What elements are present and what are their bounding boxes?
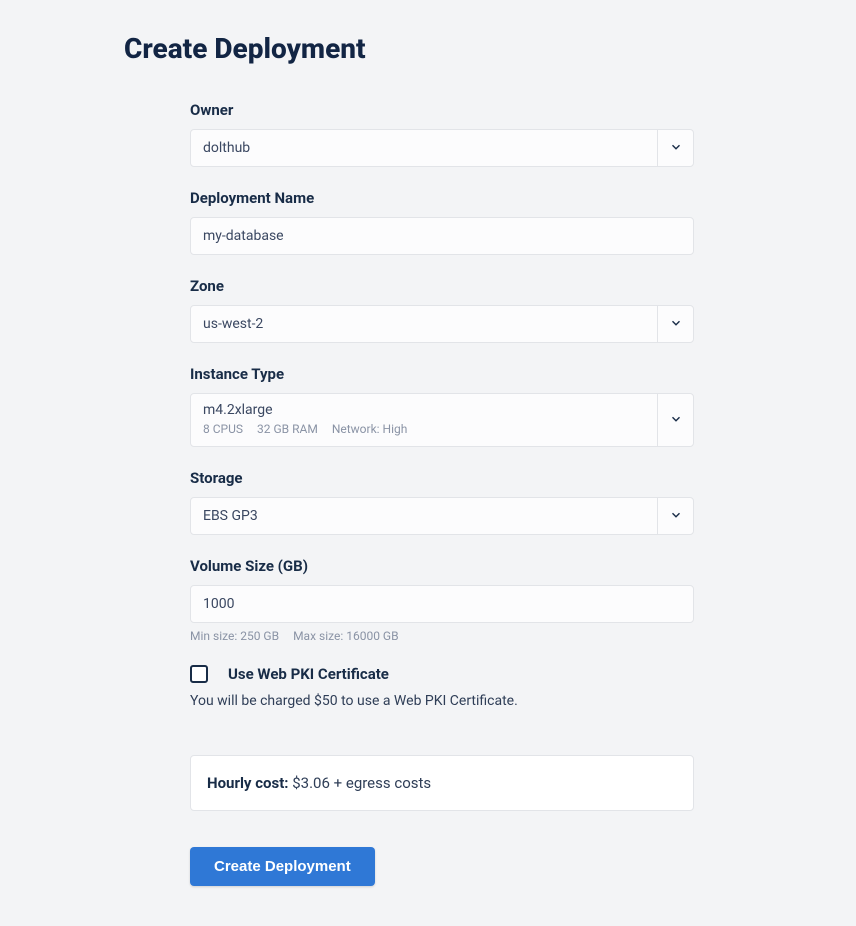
instance-type-body: m4.2xlarge 8 CPUS 32 GB RAM Network: Hig… xyxy=(191,394,657,446)
deployment-name-input-wrap xyxy=(190,217,694,255)
volume-size-hint: Min size: 250 GB Max size: 16000 GB xyxy=(190,629,694,643)
instance-type-value: m4.2xlarge xyxy=(203,402,645,418)
pki-row: Use Web PKI Certificate xyxy=(190,665,694,683)
zone-caret-box xyxy=(657,306,693,342)
storage-select[interactable]: EBS GP3 xyxy=(190,497,694,535)
instance-type-field: Instance Type m4.2xlarge 8 CPUS 32 GB RA… xyxy=(190,365,694,447)
instance-network: Network: High xyxy=(332,422,408,436)
submit-row: Create Deployment xyxy=(190,847,694,886)
deployment-form: Owner dolthub Deployment Name Zone us-we… xyxy=(190,101,694,886)
owner-caret-box xyxy=(657,130,693,166)
page-title: Create Deployment xyxy=(124,32,856,65)
instance-cpus: 8 CPUS xyxy=(203,422,243,436)
instance-type-label: Instance Type xyxy=(190,365,694,383)
storage-caret-box xyxy=(657,498,693,534)
deployment-name-field: Deployment Name xyxy=(190,189,694,255)
volume-min-hint: Min size: 250 GB xyxy=(190,629,279,643)
owner-select[interactable]: dolthub xyxy=(190,129,694,167)
chevron-down-icon xyxy=(669,411,683,430)
deployment-name-input[interactable] xyxy=(191,218,693,254)
chevron-down-icon xyxy=(669,507,683,526)
pki-label: Use Web PKI Certificate xyxy=(228,665,389,683)
pki-note: You will be charged $50 to use a Web PKI… xyxy=(190,693,694,709)
volume-size-label: Volume Size (GB) xyxy=(190,557,694,575)
chevron-down-icon xyxy=(669,139,683,158)
volume-max-hint: Max size: 16000 GB xyxy=(293,629,399,643)
zone-label: Zone xyxy=(190,277,694,295)
instance-type-select[interactable]: m4.2xlarge 8 CPUS 32 GB RAM Network: Hig… xyxy=(190,393,694,447)
instance-type-meta: 8 CPUS 32 GB RAM Network: High xyxy=(203,422,645,436)
zone-value: us-west-2 xyxy=(191,306,657,342)
chevron-down-icon xyxy=(669,315,683,334)
cost-label: Hourly cost: xyxy=(207,774,289,792)
volume-size-input-wrap xyxy=(190,585,694,623)
zone-field: Zone us-west-2 xyxy=(190,277,694,343)
deployment-name-label: Deployment Name xyxy=(190,189,694,207)
storage-field: Storage EBS GP3 xyxy=(190,469,694,535)
instance-caret-box xyxy=(657,394,693,446)
volume-size-field: Volume Size (GB) Min size: 250 GB Max si… xyxy=(190,557,694,643)
storage-value: EBS GP3 xyxy=(191,498,657,534)
cost-amount: $3.06 + egress costs xyxy=(292,774,431,792)
pki-field: Use Web PKI Certificate You will be char… xyxy=(190,665,694,709)
storage-label: Storage xyxy=(190,469,694,487)
owner-value: dolthub xyxy=(191,130,657,166)
create-deployment-button[interactable]: Create Deployment xyxy=(190,847,375,886)
pki-checkbox[interactable] xyxy=(190,665,208,683)
instance-ram: 32 GB RAM xyxy=(257,422,318,436)
zone-select[interactable]: us-west-2 xyxy=(190,305,694,343)
volume-size-input[interactable] xyxy=(191,586,693,622)
cost-box: Hourly cost: $3.06 + egress costs xyxy=(190,755,694,811)
owner-label: Owner xyxy=(190,101,694,119)
owner-field: Owner dolthub xyxy=(190,101,694,167)
